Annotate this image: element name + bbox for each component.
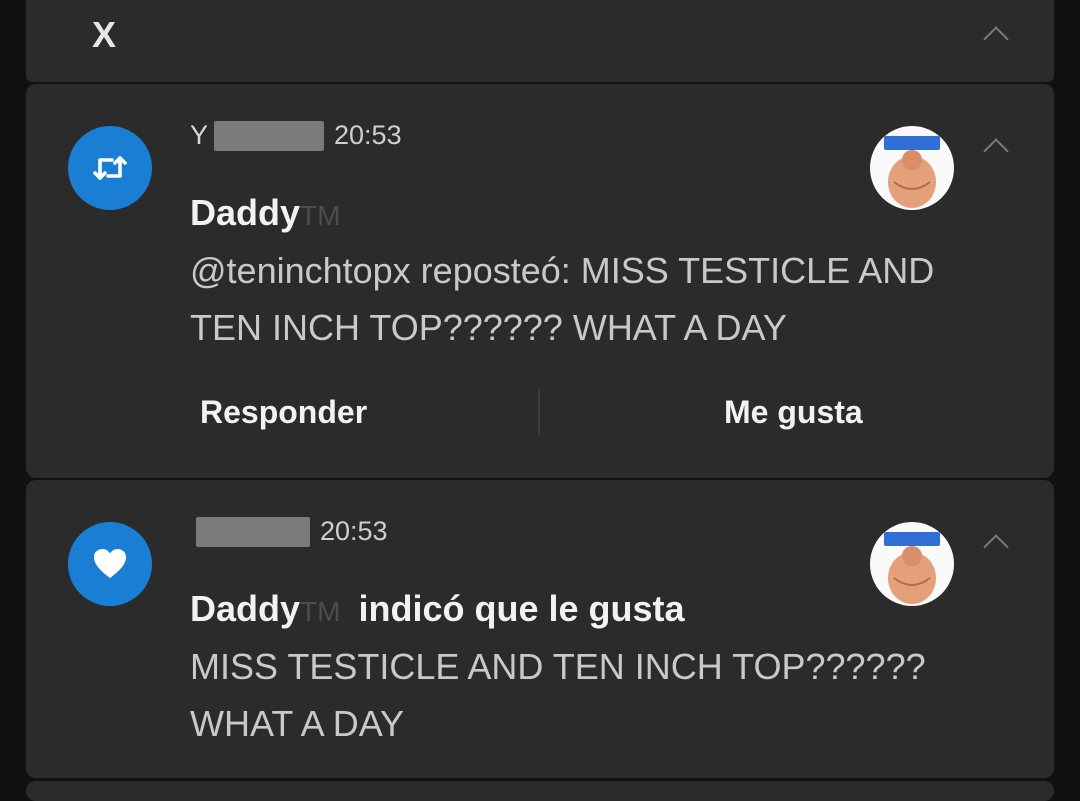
app-logo-x: X	[92, 14, 118, 55]
notification-meta: 20:53	[190, 516, 388, 547]
notification-group-header[interactable]: X	[26, 0, 1054, 82]
heart-icon	[68, 522, 152, 606]
redacted-username	[214, 120, 325, 151]
notification-title: DaddyTM	[190, 192, 340, 234]
title-tm: TM	[300, 200, 341, 231]
redacted-username	[196, 516, 310, 547]
notification-body: MISS TESTICLE AND TEN INCH TOP?????? WHA…	[190, 646, 936, 744]
reply-button[interactable]: Responder	[200, 376, 367, 448]
action-divider	[538, 390, 540, 434]
notification-time: 20:53	[320, 516, 388, 546]
notification-time: 20:53	[334, 120, 402, 150]
notification-title: DaddyTM indicó que le gusta	[190, 588, 685, 630]
notification-card-partial[interactable]	[26, 781, 1054, 801]
notification-meta: Y 20:53	[190, 120, 402, 151]
like-button[interactable]: Me gusta	[724, 376, 863, 448]
notification-card-repost[interactable]: Y 20:53 DaddyTM @teninchtopx reposteó: M…	[26, 84, 1054, 478]
title-name: Daddy	[190, 588, 301, 629]
title-action: indicó que le gusta	[358, 588, 685, 629]
retweet-icon	[68, 126, 152, 210]
avatar	[870, 522, 954, 606]
sender-initial: Y	[190, 120, 209, 150]
collapse-chevron-icon[interactable]	[983, 26, 1009, 52]
notification-actions: Responder Me gusta	[26, 376, 1054, 448]
title-tm: TM	[300, 596, 341, 627]
expand-chevron-icon[interactable]	[983, 534, 1009, 560]
notification-card-like[interactable]: 20:53 DaddyTM indicó que le gusta MISS T…	[26, 480, 1054, 778]
avatar	[870, 126, 954, 210]
expand-chevron-icon[interactable]	[983, 138, 1009, 164]
notification-body: @teninchtopx reposteó: MISS TESTICLE AND…	[190, 250, 944, 348]
title-name: Daddy	[190, 192, 301, 233]
